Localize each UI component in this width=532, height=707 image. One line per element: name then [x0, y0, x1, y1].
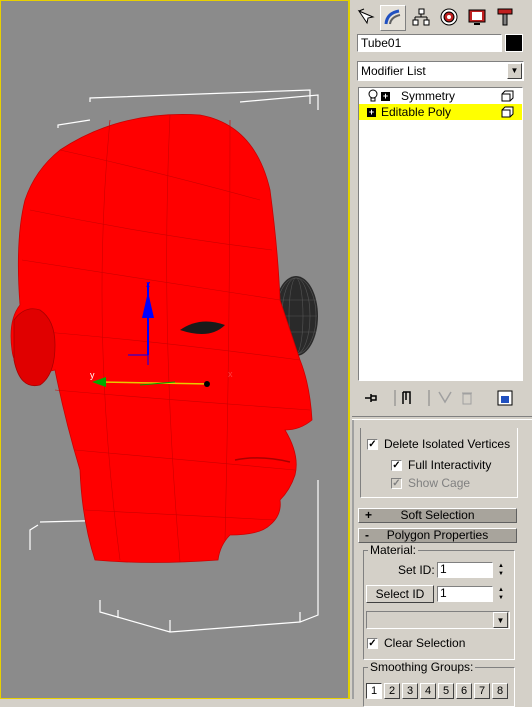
- show-cage-checkbox[interactable]: ✓: [391, 478, 402, 489]
- motion-icon: [439, 7, 459, 30]
- modify-icon: [383, 7, 403, 30]
- modifier-stack[interactable]: + Symmetry + Editable Poly: [358, 87, 523, 381]
- delete-isolated-vertices-label: Delete Isolated Vertices: [384, 437, 511, 451]
- soft-selection-rollout-header[interactable]: + Soft Selection: [358, 508, 517, 523]
- utilities-icon: [495, 7, 515, 30]
- panel-divider: [352, 416, 532, 420]
- viewport-scene: z y x: [10, 89, 319, 633]
- set-id-spinner[interactable]: 1: [437, 562, 493, 578]
- smoothing-group-5-button[interactable]: 5: [438, 683, 454, 699]
- expand-icon[interactable]: +: [367, 108, 376, 117]
- full-interactivity-checkbox[interactable]: ✓: [391, 460, 402, 471]
- command-panel-tabs: [352, 3, 532, 31]
- smoothing-group-3-button[interactable]: 3: [402, 683, 418, 699]
- smoothing-group-1-button[interactable]: 1: [366, 683, 382, 699]
- display-icon: [467, 7, 487, 30]
- full-interactivity-label: Full Interactivity: [408, 458, 492, 472]
- smoothing-group-7-button[interactable]: 7: [474, 683, 490, 699]
- display-tab[interactable]: [464, 5, 490, 31]
- material-group-label: Material:: [368, 543, 419, 557]
- smoothing-group-2-button[interactable]: 2: [384, 683, 400, 699]
- pin-stack-icon[interactable]: [362, 389, 380, 407]
- set-id-label: Set ID:: [398, 563, 435, 577]
- hierarchy-icon: [411, 7, 431, 30]
- configure-modifier-sets-icon[interactable]: [496, 389, 514, 407]
- stack-item-symmetry[interactable]: + Symmetry: [359, 88, 522, 104]
- clear-selection-checkbox[interactable]: ✓: [367, 638, 378, 649]
- smoothing-group-8-button[interactable]: 8: [492, 683, 508, 699]
- show-end-result-icon[interactable]: [398, 389, 416, 407]
- create-icon: [355, 7, 375, 30]
- select-id-spinner-arrows[interactable]: ▲ ▼: [496, 586, 506, 602]
- object-name-field[interactable]: Tube01: [357, 34, 502, 52]
- set-id-spinner-arrows[interactable]: ▲ ▼: [496, 562, 506, 578]
- rollout-title: Polygon Properties: [386, 528, 489, 542]
- select-id-button[interactable]: Select ID: [366, 585, 434, 603]
- modifier-stack-toolbar: [358, 389, 524, 409]
- x-axis-label: x: [228, 369, 233, 379]
- select-id-spinner[interactable]: 1: [437, 586, 493, 602]
- smoothing-group-6-button[interactable]: 6: [456, 683, 472, 699]
- utilities-tab[interactable]: [492, 5, 518, 31]
- chevron-down-icon[interactable]: ▼: [493, 612, 508, 628]
- object-color-swatch[interactable]: [505, 34, 523, 52]
- stack-item-label: Editable Poly: [381, 105, 452, 119]
- make-unique-icon[interactable]: [436, 389, 454, 407]
- modify-tab[interactable]: [380, 5, 406, 31]
- motion-tab[interactable]: [436, 5, 462, 31]
- head-mesh: [10, 114, 313, 563]
- perspective-viewport[interactable]: z y x: [0, 0, 350, 699]
- rollout-scroll-indicator[interactable]: [352, 420, 354, 699]
- cube-icon: [501, 106, 514, 122]
- modifier-list-label: Modifier List: [361, 64, 426, 78]
- stack-item-editable-poly[interactable]: + Editable Poly: [359, 104, 522, 120]
- remove-modifier-icon[interactable]: [458, 389, 476, 407]
- smoothing-groups-label: Smoothing Groups:: [368, 660, 476, 674]
- rollout-title: Soft Selection: [400, 508, 475, 522]
- polygon-properties-rollout-header[interactable]: - Polygon Properties: [358, 528, 517, 543]
- y-axis-label: y: [90, 370, 95, 380]
- hierarchy-tab[interactable]: [408, 5, 434, 31]
- create-tab[interactable]: [352, 5, 378, 31]
- expand-icon[interactable]: +: [381, 92, 390, 101]
- material-name-dropdown[interactable]: ▼: [366, 611, 510, 629]
- modifier-list-dropdown[interactable]: Modifier List ▼: [357, 61, 524, 81]
- chevron-down-icon[interactable]: ▼: [507, 63, 522, 79]
- stack-item-label: Symmetry: [401, 89, 455, 103]
- show-cage-label: Show Cage: [408, 476, 471, 490]
- smoothing-group-4-button[interactable]: 4: [420, 683, 436, 699]
- z-axis-label: z: [146, 279, 151, 289]
- clear-selection-label: Clear Selection: [384, 636, 466, 650]
- delete-isolated-vertices-checkbox[interactable]: ✓: [367, 439, 378, 450]
